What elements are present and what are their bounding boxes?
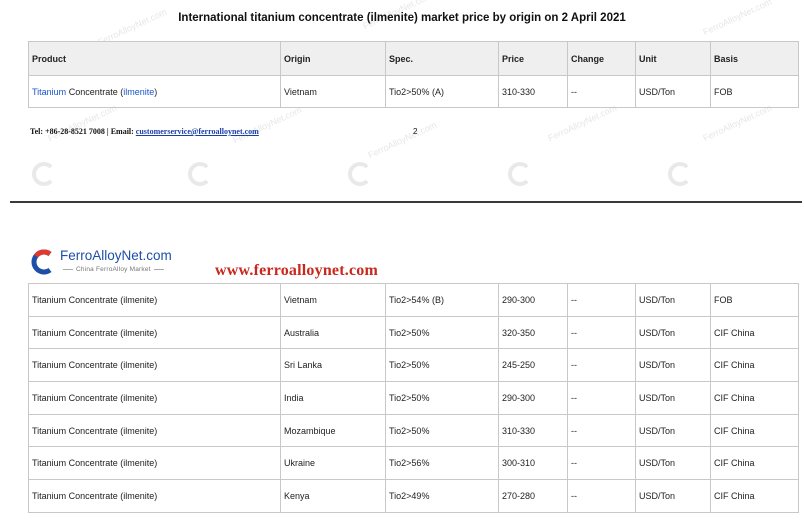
change-cell: --: [567, 75, 636, 108]
change-cell: --: [567, 315, 636, 350]
unit-cell: USD/Ton: [635, 479, 711, 513]
spec-cell: Tio2>54% (B): [385, 283, 499, 317]
table-row: Titanium Concentrate (ilmenite) Vietnam Ti…: [28, 283, 799, 317]
table-header-row: Product Origin Spec. Price Change Unit B…: [28, 41, 799, 76]
unit-cell: USD/Ton: [635, 446, 711, 481]
basis-cell: CIF China: [710, 413, 799, 448]
change-cell: --: [567, 348, 636, 383]
origin-cell: Vietnam: [280, 75, 386, 108]
column-header-spec: Spec.: [385, 41, 499, 76]
page-divider: [10, 201, 802, 203]
column-header-basis: Basis: [710, 41, 799, 76]
brand-logo: FerroAlloyNet.com China FerroAlloy Marke…: [30, 248, 180, 278]
table-row: Titanium Concentrate (ilmenite) Mozambiqu…: [28, 413, 799, 448]
basis-cell: CIF China: [710, 381, 799, 415]
table-row: Titanium Concentrate (ilmenite) Vietnam …: [28, 75, 799, 108]
origin-cell: Vietnam: [280, 283, 386, 317]
change-cell: --: [567, 479, 636, 513]
spec-cell: Tio2>49%: [385, 479, 499, 513]
watermark-text: FerroAlloyNet.com: [546, 102, 619, 144]
origin-cell: Mozambique: [280, 413, 386, 448]
product-cell: Titanium Concentrate (ilmenite): [28, 315, 281, 350]
product-cell: Titanium Concentrate (ilmenite): [28, 479, 281, 513]
watermark-logo-icon: [508, 162, 532, 186]
product-cell: Titanium Concentrate (ilmenite): [28, 446, 281, 481]
basis-cell: CIF China: [710, 446, 799, 481]
table-row: Titanium Concentrate (ilmenite) Sri Lanka…: [28, 348, 799, 383]
page-title: International titanium concentrate (ilme…: [178, 12, 626, 24]
contact-footer: Tel: +86-28-8521 7008 | Email: customers…: [30, 127, 259, 136]
change-cell: --: [567, 381, 636, 415]
spec-cell: Tio2>50%: [385, 381, 499, 415]
change-cell: --: [567, 413, 636, 448]
basis-cell: FOB: [710, 75, 799, 108]
watermark-text: FerroAlloyNet.com: [46, 102, 119, 144]
price-cell: 290-300: [498, 381, 568, 415]
change-cell: --: [567, 446, 636, 481]
watermark-text: FerroAlloyNet.com: [366, 119, 439, 161]
watermark-text: FerroAlloyNet.com: [231, 104, 304, 146]
origin-cell: Australia: [280, 315, 386, 350]
watermark-logo-icon: [32, 162, 56, 186]
table-row: Titanium Concentrate (ilmenite) Kenya Tio2…: [28, 479, 799, 513]
product-cell: Titanium Concentrate (ilmenite): [28, 413, 281, 448]
spec-cell: Tio2>50%: [385, 348, 499, 383]
price-cell: 300-310: [498, 446, 568, 481]
column-header-unit: Unit: [635, 41, 711, 76]
email-link[interactable]: customerservice@ferroalloynet.com: [136, 127, 259, 136]
spec-cell: Tio2>50% (A): [385, 75, 499, 108]
logo-subtitle: China FerroAlloy Market: [60, 266, 167, 273]
change-cell: --: [567, 283, 636, 317]
product-cell: Titanium Concentrate (ilmenite): [28, 283, 281, 317]
unit-cell: USD/Ton: [635, 381, 711, 415]
watermark-text: FerroAlloyNet.com: [701, 102, 774, 144]
ferroalloy-logo-icon: [31, 249, 52, 275]
origin-cell: Kenya: [280, 479, 386, 513]
product-cell: Titanium Concentrate (ilmenite): [28, 75, 281, 108]
basis-cell: FOB: [710, 283, 799, 317]
price-cell: 290-300: [498, 283, 568, 317]
price-table-bottom: Titanium Concentrate (ilmenite) Vietnam Ti…: [28, 283, 799, 513]
contact-text: Tel: +86-28-8521 7008 | Email:: [30, 127, 136, 136]
origin-cell: India: [280, 381, 386, 415]
origin-cell: Ukraine: [280, 446, 386, 481]
unit-cell: USD/Ton: [635, 348, 711, 383]
price-cell: 245-250: [498, 348, 568, 383]
basis-cell: CIF China: [710, 479, 799, 513]
watermark-logo-icon: [668, 162, 692, 186]
site-url[interactable]: www.ferroalloynet.com: [215, 262, 378, 280]
product-cell: Titanium Concentrate (ilmenite): [28, 348, 281, 383]
price-cell: 270-280: [498, 479, 568, 513]
column-header-product: Product: [28, 41, 281, 76]
origin-cell: Sri Lanka: [280, 348, 386, 383]
watermark-logo-icon: [348, 162, 372, 186]
column-header-change: Change: [567, 41, 636, 76]
spec-cell: Tio2>56%: [385, 446, 499, 481]
unit-cell: USD/Ton: [635, 413, 711, 448]
product-link-ilmenite[interactable]: ilmenite: [123, 87, 154, 97]
spec-cell: Tio2>50%: [385, 413, 499, 448]
basis-cell: CIF China: [710, 315, 799, 350]
product-text-end: ): [154, 86, 158, 97]
table-row: Titanium Concentrate (ilmenite) Ukraine Ti…: [28, 446, 799, 481]
unit-cell: USD/Ton: [635, 315, 711, 350]
price-cell: 310-330: [498, 75, 568, 108]
unit-cell: USD/Ton: [635, 75, 711, 108]
price-table-top: Product Origin Spec. Price Change Unit B…: [28, 41, 799, 108]
table-row: Titanium Concentrate (ilmenite) India Tio2…: [28, 381, 799, 415]
page-number: 2: [413, 127, 418, 136]
price-cell: 310-330: [498, 413, 568, 448]
spec-cell: Tio2>50%: [385, 315, 499, 350]
table-row: Titanium Concentrate (ilmenite) Australia…: [28, 315, 799, 350]
product-link-titanium[interactable]: Titanium: [32, 87, 66, 97]
watermark-logo-icon: [188, 162, 212, 186]
unit-cell: USD/Ton: [635, 283, 711, 317]
logo-name: FerroAlloyNet.com: [60, 248, 172, 263]
price-cell: 320-350: [498, 315, 568, 350]
column-header-price: Price: [498, 41, 568, 76]
column-header-origin: Origin: [280, 41, 386, 76]
basis-cell: CIF China: [710, 348, 799, 383]
product-text: Concentrate (: [66, 86, 124, 97]
product-cell: Titanium Concentrate (ilmenite): [28, 381, 281, 415]
